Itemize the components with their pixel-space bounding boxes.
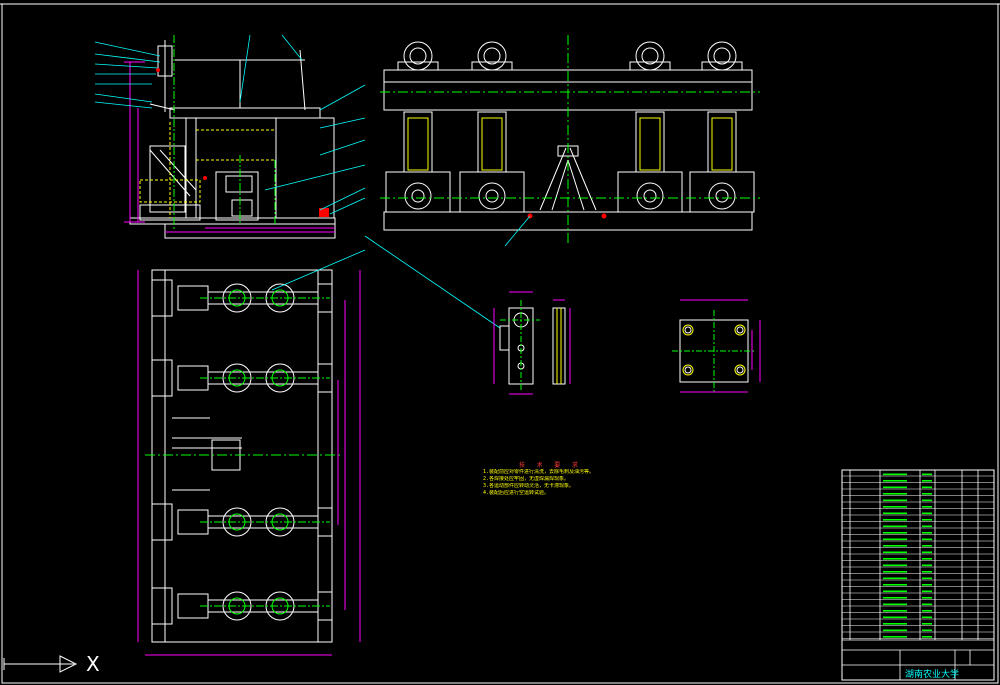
parts-list-entry: [883, 558, 907, 560]
parts-list-entry: [883, 571, 907, 573]
parts-list-entry: [922, 525, 932, 528]
pillow-block-bearing: [635, 41, 665, 71]
parts-list-entry: [883, 629, 907, 632]
bracket-detail-view: [493, 291, 571, 395]
parts-list-entry: [922, 564, 932, 567]
parts-list-entry: [883, 493, 907, 495]
plan-side-bracket: [151, 359, 173, 397]
parts-list-entry: [883, 551, 907, 554]
lower-bearing-bore: [715, 189, 729, 203]
parts-list-entry: [922, 636, 932, 638]
tech-note-line: 1.装配前应对零件进行清洗，去除毛刺及油污等。: [483, 469, 595, 475]
parts-list-entry: [883, 532, 907, 534]
plate-detail-view: [672, 299, 761, 393]
parts-list-entry: [922, 538, 932, 541]
lower-bearing: [478, 182, 506, 210]
technical-requirements: 技 术 要 求 1.装配前应对零件进行清洗，去除毛刺及油污等。 2.各焊接处应牢…: [483, 462, 603, 497]
pillow-block-base: [397, 61, 439, 71]
parts-list-entry: [922, 499, 932, 502]
cad-drawing-canvas[interactable]: [0, 0, 1000, 685]
pillow-block-base: [629, 61, 671, 71]
parts-list-entry: [883, 525, 907, 528]
plan-side-bracket: [151, 587, 173, 625]
lower-bearing-bore: [411, 189, 425, 203]
parts-list-entry: [883, 610, 907, 612]
parts-list-entry: [922, 610, 932, 612]
tech-note-line: 3.各运动部件应转动灵活，无卡滞现象。: [483, 483, 575, 489]
parts-list-entry: [883, 512, 907, 515]
parts-list-entry: [922, 603, 932, 606]
parts-list-entry: [883, 538, 907, 541]
side-elevation-view: [380, 35, 760, 247]
pillow-block-bearing: [477, 41, 507, 71]
parts-list-entry: [922, 571, 932, 573]
column-hidden-edge: [407, 117, 429, 171]
lower-bearing-bore: [485, 189, 499, 203]
parts-list-entry: [922, 532, 932, 534]
parts-list-entry: [883, 636, 907, 638]
lower-bearing: [636, 182, 664, 210]
parts-list-entry: [922, 480, 932, 482]
plan-view: [137, 235, 501, 656]
parts-list-entry: [883, 603, 907, 606]
column-hidden-edge: [481, 117, 503, 171]
pillow-block-bearing: [707, 41, 737, 71]
parts-list-entry: [922, 512, 932, 515]
parts-list-entry: [883, 480, 907, 482]
ucs-x-axis-label: X: [86, 652, 100, 676]
parts-list-entry: [922, 493, 932, 495]
parts-list-entry: [883, 623, 907, 625]
parts-list-entry: [883, 499, 907, 502]
lower-bearing-housing: [459, 171, 525, 213]
parts-list-entry: [883, 584, 907, 586]
parts-list-entry: [883, 506, 907, 508]
parts-list-entry: [922, 597, 932, 599]
pillow-block-base: [471, 61, 513, 71]
plan-side-bracket: [151, 279, 173, 317]
parts-list-entry: [922, 623, 932, 625]
title-block: [841, 469, 995, 681]
technical-requirements-title: 技 术 要 求: [519, 462, 582, 469]
parts-list-entry: [922, 506, 932, 508]
parts-list-entry: [883, 473, 907, 476]
column-hidden-edge: [639, 117, 661, 171]
column-hidden-edge: [711, 117, 733, 171]
parts-list-entry: [922, 584, 932, 586]
parts-list-entry: [922, 473, 932, 476]
lower-bearing-housing: [617, 171, 683, 213]
lower-bearing-bore: [643, 189, 657, 203]
parts-list-entry: [922, 486, 932, 489]
tech-note-line: 2.各焊接处应牢固，无虚焊漏焊现象。: [483, 476, 570, 482]
pillow-block-base: [701, 61, 743, 71]
parts-list-entry: [883, 590, 907, 593]
pillow-block-bearing: [403, 41, 433, 71]
ucs-axis-icon: [3, 655, 78, 673]
plan-side-bracket: [151, 503, 173, 541]
tech-note-line: 4.装配后应进行空运转试验。: [483, 490, 550, 496]
parts-list-entry: [883, 519, 907, 521]
parts-list-entry: [883, 564, 907, 567]
parts-list-entry: [922, 519, 932, 521]
parts-list-entry: [883, 545, 907, 547]
parts-list-entry: [883, 577, 907, 580]
title-block-school: 湖南农业大学: [905, 670, 960, 680]
lower-bearing-housing: [689, 171, 755, 213]
lower-bearing: [708, 182, 736, 210]
parts-list-entry: [922, 616, 932, 619]
parts-list-entry: [922, 545, 932, 547]
front-elevation-view: [94, 34, 366, 239]
parts-list-entry: [922, 551, 932, 554]
lower-bearing-housing: [385, 171, 451, 213]
parts-list-entry: [883, 597, 907, 599]
parts-list-entry: [922, 629, 932, 632]
parts-list-entry: [883, 486, 907, 489]
parts-list-entry: [922, 590, 932, 593]
parts-list-entry: [883, 616, 907, 619]
lower-bearing: [404, 182, 432, 210]
parts-list-entry: [922, 558, 932, 560]
parts-list-entry: [922, 577, 932, 580]
